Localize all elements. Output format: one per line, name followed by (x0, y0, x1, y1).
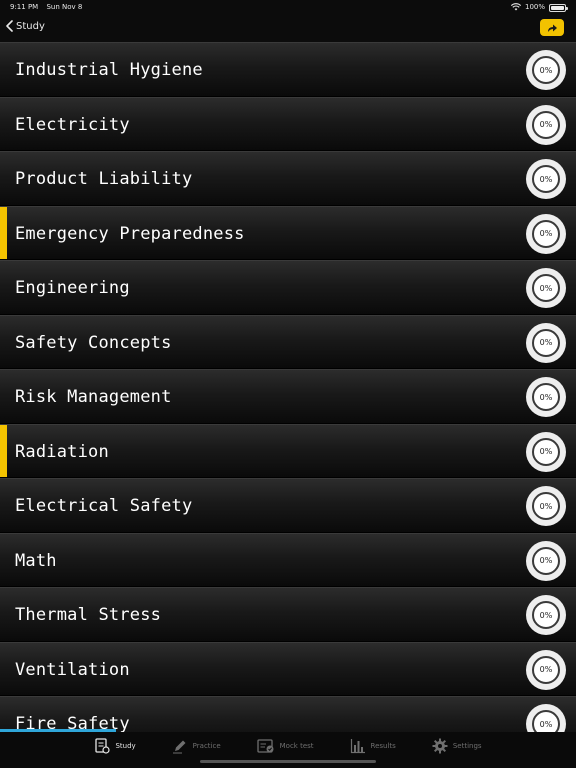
progress-percent: 0% (532, 601, 560, 629)
topic-list[interactable]: Industrial Hygiene 0% Electricity 0% Product… (0, 42, 576, 732)
topic-title: Engineering (15, 278, 130, 298)
mock-test-icon (256, 738, 275, 754)
progress-ring: 0% (526, 486, 566, 526)
status-left: 9:11 PM Sun Nov 8 (10, 0, 88, 14)
tab-settings-label: Settings (452, 742, 482, 750)
topic-title: Electricity (15, 114, 130, 135)
progress-percent: 0% (532, 110, 560, 139)
progress-ring: 0% (526, 268, 566, 308)
topic-row[interactable]: Industrial Hygiene 0% (0, 42, 576, 97)
progress-percent: 0% (532, 56, 560, 84)
highlight-marker (0, 206, 7, 259)
progress-ring: 0% (526, 649, 566, 690)
study-icon (94, 738, 111, 754)
back-button-label: Study (16, 20, 45, 32)
tab-results-label: Results (370, 742, 396, 750)
progress-ring: 0% (526, 431, 566, 472)
tab-mock-test[interactable]: Mock test (239, 732, 332, 760)
topic-row[interactable]: Product Liability 0% (0, 151, 576, 206)
topic-title: Radiation (15, 441, 109, 462)
progress-ring: 0% (526, 704, 566, 732)
progress-percent: 0% (532, 437, 560, 466)
topic-row[interactable]: Math 0% (0, 532, 576, 587)
topic-row[interactable]: Safety Concepts 0% (0, 314, 576, 369)
tab-practice[interactable]: Practice (154, 732, 239, 760)
navigation-bar: Study (0, 14, 576, 42)
topic-row[interactable]: Risk Management 0% (0, 369, 576, 424)
topic-row[interactable]: Emergency Preparedness 0% (0, 205, 576, 260)
topic-row[interactable]: Electrical Safety 0% (0, 478, 576, 533)
topic-row[interactable]: Fire Safety 0% (0, 696, 576, 732)
topic-row[interactable]: Radiation 0% (0, 423, 576, 478)
home-indicator (200, 760, 376, 763)
progress-ring: 0% (526, 377, 566, 417)
topic-row[interactable]: Engineering 0% (0, 260, 576, 315)
topic-title: Ventilation (15, 659, 130, 680)
status-bar: 9:11 PM Sun Nov 8 100% (0, 0, 576, 14)
wifi-icon (510, 3, 521, 11)
topic-title: Electrical Safety (15, 496, 193, 516)
progress-percent: 0% (532, 165, 560, 193)
battery-icon (549, 3, 568, 12)
progress-ring: 0% (526, 595, 566, 635)
topic-row[interactable]: Thermal Stress 0% (0, 587, 576, 642)
topic-title: Emergency Preparedness (15, 223, 245, 244)
topic-title: Fire Safety (15, 714, 130, 732)
share-button[interactable] (540, 19, 564, 36)
progress-ring: 0% (526, 322, 566, 363)
progress-percent: 0% (532, 219, 560, 248)
highlight-marker (0, 424, 7, 477)
progress-percent: 0% (532, 383, 560, 411)
progress-ring: 0% (526, 50, 566, 90)
chevron-left-icon (6, 20, 13, 32)
progress-percent: 0% (532, 274, 560, 302)
progress-ring: 0% (526, 540, 566, 581)
progress-percent: 0% (532, 546, 560, 575)
progress-percent: 0% (532, 328, 560, 357)
tab-study-label: Study (115, 742, 136, 750)
bar-chart-icon (350, 738, 366, 754)
topic-title: Product Liability (15, 169, 193, 189)
tab-mock-test-label: Mock test (279, 742, 314, 750)
progress-percent: 0% (532, 655, 560, 684)
pencil-icon (172, 738, 188, 754)
status-time: 9:11 PM (10, 3, 39, 11)
topic-title: Industrial Hygiene (15, 60, 203, 80)
topic-title: Thermal Stress (15, 605, 162, 625)
status-right: 100% (510, 0, 568, 14)
topic-title: Math (15, 550, 57, 571)
app-screen: 9:11 PM Sun Nov 8 100% Study Industrial … (0, 0, 576, 768)
topic-row[interactable]: Electricity 0% (0, 96, 576, 151)
tab-results[interactable]: Results (332, 732, 414, 760)
topic-row[interactable]: Ventilation 0% (0, 641, 576, 696)
status-date: Sun Nov 8 (46, 3, 83, 11)
battery-percent: 100% (524, 3, 545, 11)
share-arrow-icon (546, 18, 558, 37)
progress-percent: 0% (532, 492, 560, 520)
topic-title: Risk Management (15, 387, 172, 407)
tab-settings[interactable]: Settings (414, 732, 500, 760)
gear-icon (432, 738, 448, 754)
back-button[interactable]: Study (6, 20, 45, 32)
tab-practice-label: Practice (192, 742, 221, 750)
progress-ring: 0% (526, 213, 566, 254)
progress-percent: 0% (532, 710, 560, 732)
topic-title: Safety Concepts (15, 332, 172, 353)
progress-ring: 0% (526, 159, 566, 199)
progress-ring: 0% (526, 104, 566, 145)
tab-study[interactable]: Study (76, 732, 153, 760)
